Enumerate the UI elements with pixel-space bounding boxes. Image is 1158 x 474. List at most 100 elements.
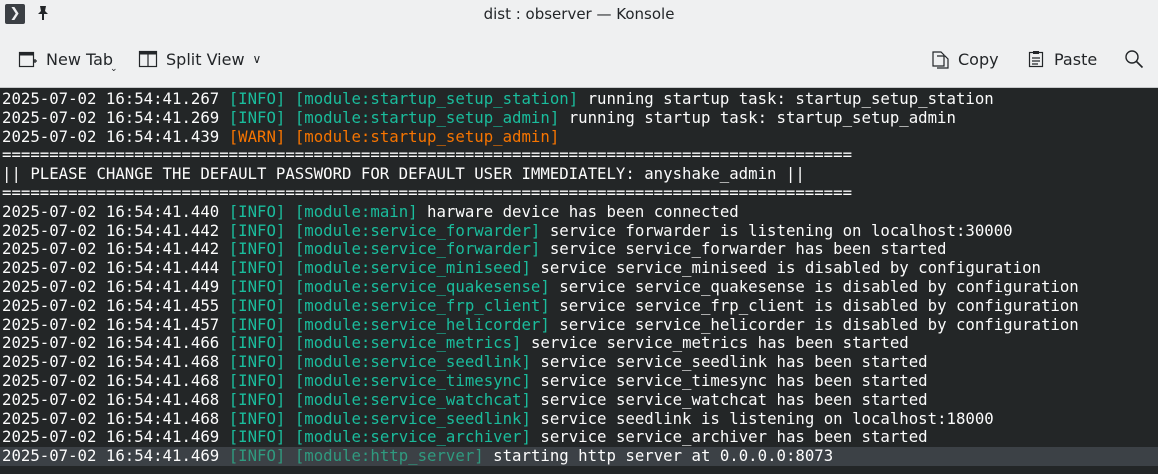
log-message: service service_archiver has been starte… [540, 427, 928, 447]
log-message: service service_timesync has been starte… [540, 370, 928, 390]
terminal-line: 2025-07-02 16:54:41.468 [INFO] [module:s… [0, 389, 1158, 410]
timestamp: 2025-07-02 16:54:41.469 [2, 427, 220, 447]
log-module: [module:startup_setup_station] [294, 89, 579, 108]
log-message: service service_quakesense is disabled b… [559, 276, 1079, 296]
log-level: [INFO] [228, 427, 286, 447]
log-message: service seedlink is listening on localho… [540, 408, 994, 428]
log-module: [module:service_quakesense] [294, 276, 550, 296]
terminal-line: 2025-07-02 16:54:41.444 [INFO] [module:s… [0, 258, 1158, 278]
copy-icon [930, 49, 950, 69]
log-level: [INFO] [228, 314, 286, 334]
timestamp: 2025-07-02 16:54:41.468 [2, 408, 220, 428]
terminal-line: 2025-07-02 16:54:41.440 [INFO] [module:m… [0, 201, 1158, 222]
terminal-line: 2025-07-02 16:54:41.468 [INFO] [module:s… [0, 408, 1158, 429]
log-level: [INFO] [228, 89, 286, 108]
paste-button[interactable]: Paste [1026, 30, 1097, 88]
timestamp: 2025-07-02 16:54:41.468 [2, 370, 220, 390]
log-module: [module:service_miniseed] [294, 258, 531, 278]
log-module: [module:service_forwarder] [294, 220, 541, 240]
log-message: running startup task: startup_setup_stat… [587, 89, 994, 108]
toolbar: New Tab ⌄ Split View ∨ Copy Paste [0, 30, 1158, 88]
log-level: [INFO] [228, 258, 286, 278]
log-module: [module:service_seedlink] [294, 352, 531, 372]
title-bar: ❯ dist : observer — Konsole [0, 0, 1158, 30]
terminal-line: 2025-07-02 16:54:41.455 [INFO] [module:s… [0, 295, 1158, 316]
log-level: [INFO] [228, 201, 286, 221]
log-message: service forwarder is listening on localh… [549, 220, 1013, 240]
timestamp: 2025-07-02 16:54:41.457 [2, 314, 220, 334]
line-text: ========================================… [2, 182, 853, 202]
terminal-line: 2025-07-02 16:54:41.267 [INFO] [module:s… [0, 89, 1158, 109]
log-message: service service_seedlink has been starte… [540, 352, 928, 372]
terminal-line: 2025-07-02 16:54:41.269 [INFO] [module:s… [0, 107, 1158, 128]
log-module: [module:service_timesync] [294, 370, 531, 390]
terminal-line: 2025-07-02 16:54:41.449 [INFO] [module:s… [0, 276, 1158, 297]
line-text: || PLEASE CHANGE THE DEFAULT PASSWORD FO… [2, 164, 805, 184]
log-message: starting http server at 0.0.0.0:8073 [493, 446, 834, 466]
timestamp: 2025-07-02 16:54:41.468 [2, 389, 220, 409]
log-message: service service_helicorder is disabled b… [559, 314, 1079, 334]
copy-button[interactable]: Copy [930, 30, 999, 88]
log-level: [INFO] [228, 107, 286, 127]
log-message: service service_forwarder has been start… [549, 239, 947, 259]
timestamp: 2025-07-02 16:54:41.269 [2, 107, 220, 127]
log-module: [module:service_helicorder] [294, 314, 550, 334]
new-tab-button[interactable]: New Tab [18, 30, 113, 88]
log-level: [WARN] [228, 126, 286, 146]
log-message: service service_frp_client is disabled b… [559, 295, 1079, 315]
log-message: harware device has been connected [427, 201, 739, 221]
copy-label: Copy [958, 49, 999, 69]
timestamp: 2025-07-02 16:54:41.442 [2, 239, 220, 259]
timestamp: 2025-07-02 16:54:41.439 [2, 126, 220, 146]
log-module: [module:startup_setup_admin] [294, 126, 560, 146]
log-module: [module:service_seedlink] [294, 408, 531, 428]
terminal-line: 2025-07-02 16:54:41.442 [INFO] [module:s… [0, 239, 1158, 259]
terminal-line: ========================================… [0, 145, 1158, 165]
log-level: [INFO] [228, 295, 286, 315]
split-view-button[interactable]: Split View ∨ [138, 30, 261, 88]
log-level: [INFO] [228, 370, 286, 390]
log-message: service service_miniseed is disabled by … [540, 258, 1041, 278]
log-module: [module:main] [294, 201, 418, 221]
new-tab-icon [18, 49, 38, 69]
terminal-line: 2025-07-02 16:54:41.468 [INFO] [module:s… [0, 352, 1158, 372]
log-message: running startup task: startup_setup_admi… [568, 107, 956, 127]
window-title: dist : observer — Konsole [483, 5, 675, 23]
terminal-line: ========================================… [0, 182, 1158, 203]
terminal-line: 2025-07-02 16:54:41.469 [INFO] [module:s… [0, 427, 1158, 447]
terminal-output[interactable]: 2025-07-02 16:54:41.267 [INFO] [module:s… [0, 88, 1158, 474]
timestamp: 2025-07-02 16:54:41.267 [2, 89, 220, 108]
chevron-down-icon[interactable]: ⌄ [110, 64, 118, 74]
timestamp: 2025-07-02 16:54:41.442 [2, 220, 220, 240]
timestamp: 2025-07-02 16:54:41.440 [2, 201, 220, 221]
log-message: service service_watchcat has been starte… [540, 389, 928, 409]
chevron-down-icon[interactable]: ∨ [253, 52, 262, 66]
log-level: [INFO] [228, 220, 286, 240]
log-level: [INFO] [228, 239, 286, 259]
log-level: [INFO] [228, 276, 286, 296]
timestamp: 2025-07-02 16:54:41.444 [2, 258, 220, 278]
log-module: [module:http_server] [294, 446, 484, 466]
log-module: [module:service_forwarder] [294, 239, 541, 259]
timestamp: 2025-07-02 16:54:41.469 [2, 446, 220, 466]
log-module: [module:startup_setup_admin] [294, 107, 560, 127]
terminal-line: || PLEASE CHANGE THE DEFAULT PASSWORD FO… [0, 164, 1158, 184]
log-message: service service_metrics has been started [530, 333, 909, 353]
log-level: [INFO] [228, 333, 286, 353]
split-view-label: Split View [166, 49, 245, 69]
timestamp: 2025-07-02 16:54:41.449 [2, 276, 220, 296]
new-tab-label: New Tab [46, 49, 114, 69]
terminal-line: 2025-07-02 16:54:41.442 [INFO] [module:s… [0, 220, 1158, 241]
log-module: [module:service_metrics] [294, 333, 522, 353]
log-module: [module:service_archiver] [294, 427, 531, 447]
log-module: [module:service_frp_client] [294, 295, 550, 315]
find-button[interactable] [1124, 30, 1144, 88]
log-level: [INFO] [228, 352, 286, 372]
timestamp: 2025-07-02 16:54:41.455 [2, 295, 220, 315]
log-module: [module:service_watchcat] [294, 389, 531, 409]
search-icon [1124, 49, 1144, 69]
terminal-line: 2025-07-02 16:54:41.457 [INFO] [module:s… [0, 314, 1158, 335]
terminal-line: 2025-07-02 16:54:41.469 [INFO] [module:h… [0, 446, 1158, 466]
log-level: [INFO] [228, 408, 286, 428]
paste-icon [1026, 49, 1046, 69]
